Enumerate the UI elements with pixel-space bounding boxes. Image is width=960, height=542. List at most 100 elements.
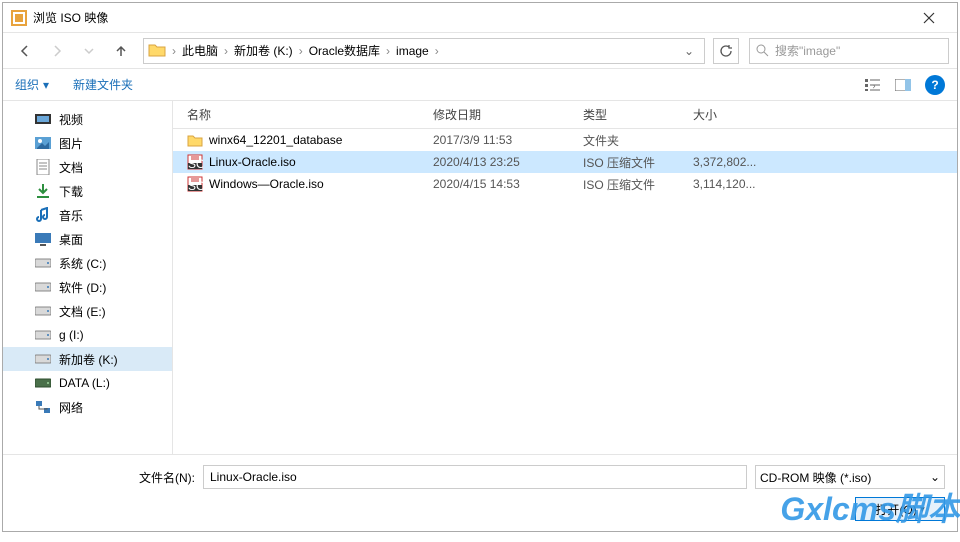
open-button[interactable]: 打开(O) ▾ (855, 497, 945, 521)
drive-icon (35, 303, 51, 319)
drive-icon (35, 351, 51, 367)
sidebar-item-label: 文档 (59, 159, 83, 176)
file-row[interactable]: ISOLinux-Oracle.iso2020/4/13 23:25ISO 压缩… (173, 151, 957, 173)
search-placeholder: 搜索"image" (775, 42, 840, 59)
forward-button[interactable] (43, 37, 71, 65)
breadcrumb-2[interactable]: Oracle数据库 (305, 42, 384, 59)
sidebar-item-label: 音乐 (59, 207, 83, 224)
col-type[interactable]: 类型 (583, 106, 693, 123)
chevron-right-icon: › (170, 44, 178, 58)
sidebar-item-label: 下载 (59, 183, 83, 200)
file-row[interactable]: winx64_12201_database 2017/3/9 11:53文件夹 (173, 129, 957, 151)
desktop-icon (35, 231, 51, 247)
back-button[interactable] (11, 37, 39, 65)
search-input[interactable]: 搜索"image" (749, 38, 949, 64)
drive-alt-icon (35, 375, 51, 391)
chevron-down-icon: ▾ (920, 504, 925, 515)
file-size: 3,114,120... (693, 177, 793, 191)
breadcrumb-0[interactable]: 此电脑 (178, 42, 222, 59)
column-headers: 名称 修改日期 类型 大小 (173, 101, 957, 129)
sidebar-item-9[interactable]: g (I:) (3, 323, 172, 347)
network-icon (35, 399, 51, 415)
chevron-right-icon: › (297, 44, 305, 58)
breadcrumb-3[interactable]: image (392, 44, 433, 58)
search-icon (756, 44, 769, 57)
window-title: 浏览 ISO 映像 (33, 9, 909, 26)
app-icon (11, 10, 27, 26)
chevron-right-icon: › (433, 44, 441, 58)
file-date: 2017/3/9 11:53 (433, 133, 583, 147)
toolbar: 组织▾ 新建文件夹 ? (3, 69, 957, 101)
address-bar[interactable]: › 此电脑 › 新加卷 (K:) › Oracle数据库 › image › ⌄ (143, 38, 705, 64)
sidebar-item-0[interactable]: 视频 (3, 107, 172, 131)
iso-icon: ISO (187, 154, 203, 170)
drive-icon (35, 255, 51, 271)
drive-icon (35, 327, 51, 343)
navbar: › 此电脑 › 新加卷 (K:) › Oracle数据库 › image › ⌄… (3, 33, 957, 69)
sidebar-item-3[interactable]: 下载 (3, 179, 172, 203)
col-name[interactable]: 名称 (173, 106, 433, 123)
file-row[interactable]: ISO Windows—Oracle.iso 2020/4/15 14:53ISO … (173, 173, 957, 195)
file-type: ISO 压缩文件 (583, 176, 693, 193)
bottom-panel: 文件名(N): CD-ROM 映像 (*.iso)⌄ 打开(O) ▾ (3, 454, 957, 531)
sidebar-item-12[interactable]: 网络 (3, 395, 172, 419)
sidebar-item-label: 桌面 (59, 231, 83, 248)
close-icon (923, 12, 935, 24)
sidebar-item-label: 系统 (C:) (59, 255, 106, 272)
chevron-down-icon: ⌄ (930, 470, 940, 484)
rows: winx64_12201_database 2017/3/9 11:53文件夹 IS… (173, 129, 957, 454)
body: 视频图片文档下载音乐桌面系统 (C:) 软件 (D:) 文档 (E:) g (I:) 新… (3, 101, 957, 454)
sidebar-item-1[interactable]: 图片 (3, 131, 172, 155)
recent-button[interactable] (75, 37, 103, 65)
sidebar-item-5[interactable]: 桌面 (3, 227, 172, 251)
col-size[interactable]: 大小 (693, 106, 793, 123)
sidebar-item-label: 文档 (E:) (59, 303, 106, 320)
sidebar-item-11[interactable]: DATA (L:) (3, 371, 172, 395)
sidebar-item-label: 图片 (59, 135, 83, 152)
documents-icon (35, 159, 51, 175)
sidebar-item-8[interactable]: 文档 (E:) (3, 299, 172, 323)
sidebar-item-label: 新加卷 (K:) (59, 351, 118, 368)
file-type: 文件夹 (583, 132, 693, 149)
chevron-right-icon: › (222, 44, 230, 58)
iso-icon: ISO (187, 176, 203, 192)
file-name: Windows—Oracle.iso (209, 177, 324, 191)
chevron-down-icon: ▾ (43, 78, 49, 92)
refresh-button[interactable] (713, 38, 739, 64)
sidebar-item-label: 视频 (59, 111, 83, 128)
file-name: winx64_12201_database (209, 133, 342, 147)
file-name: Linux-Oracle.iso (209, 155, 296, 169)
titlebar: 浏览 ISO 映像 (3, 3, 957, 33)
file-list: 名称 修改日期 类型 大小 winx64_12201_database 2017/… (173, 101, 957, 454)
filename-label: 文件名(N): (15, 469, 195, 486)
drive-icon (35, 279, 51, 295)
music-icon (35, 207, 51, 223)
new-folder-button[interactable]: 新建文件夹 (73, 76, 133, 93)
chevron-down-icon[interactable]: ⌄ (678, 44, 700, 58)
organize-menu[interactable]: 组织▾ (15, 76, 49, 93)
up-button[interactable] (107, 37, 135, 65)
sidebar-item-label: DATA (L:) (59, 376, 110, 390)
pictures-icon (35, 135, 51, 151)
file-date: 2020/4/15 14:53 (433, 177, 583, 191)
sidebar-item-10[interactable]: 新加卷 (K:) (3, 347, 172, 371)
close-button[interactable] (909, 4, 949, 32)
sidebar-item-4[interactable]: 音乐 (3, 203, 172, 227)
col-date[interactable]: 修改日期 (433, 106, 583, 123)
sidebar-item-2[interactable]: 文档 (3, 155, 172, 179)
file-size: 3,372,802... (693, 155, 793, 169)
sidebar-item-6[interactable]: 系统 (C:) (3, 251, 172, 275)
sidebar-item-label: g (I:) (59, 328, 84, 342)
sidebar-item-7[interactable]: 软件 (D:) (3, 275, 172, 299)
sidebar-item-label: 软件 (D:) (59, 279, 106, 296)
filename-input[interactable] (203, 465, 747, 489)
sidebar: 视频图片文档下载音乐桌面系统 (C:) 软件 (D:) 文档 (E:) g (I:) 新… (3, 101, 173, 454)
preview-pane-button[interactable] (889, 73, 917, 97)
sidebar-item-label: 网络 (59, 399, 83, 416)
chevron-right-icon: › (384, 44, 392, 58)
downloads-icon (35, 183, 51, 199)
breadcrumb-1[interactable]: 新加卷 (K:) (230, 42, 297, 59)
help-button[interactable]: ? (925, 75, 945, 95)
file-type-filter[interactable]: CD-ROM 映像 (*.iso)⌄ (755, 465, 945, 489)
view-options-button[interactable] (859, 73, 887, 97)
